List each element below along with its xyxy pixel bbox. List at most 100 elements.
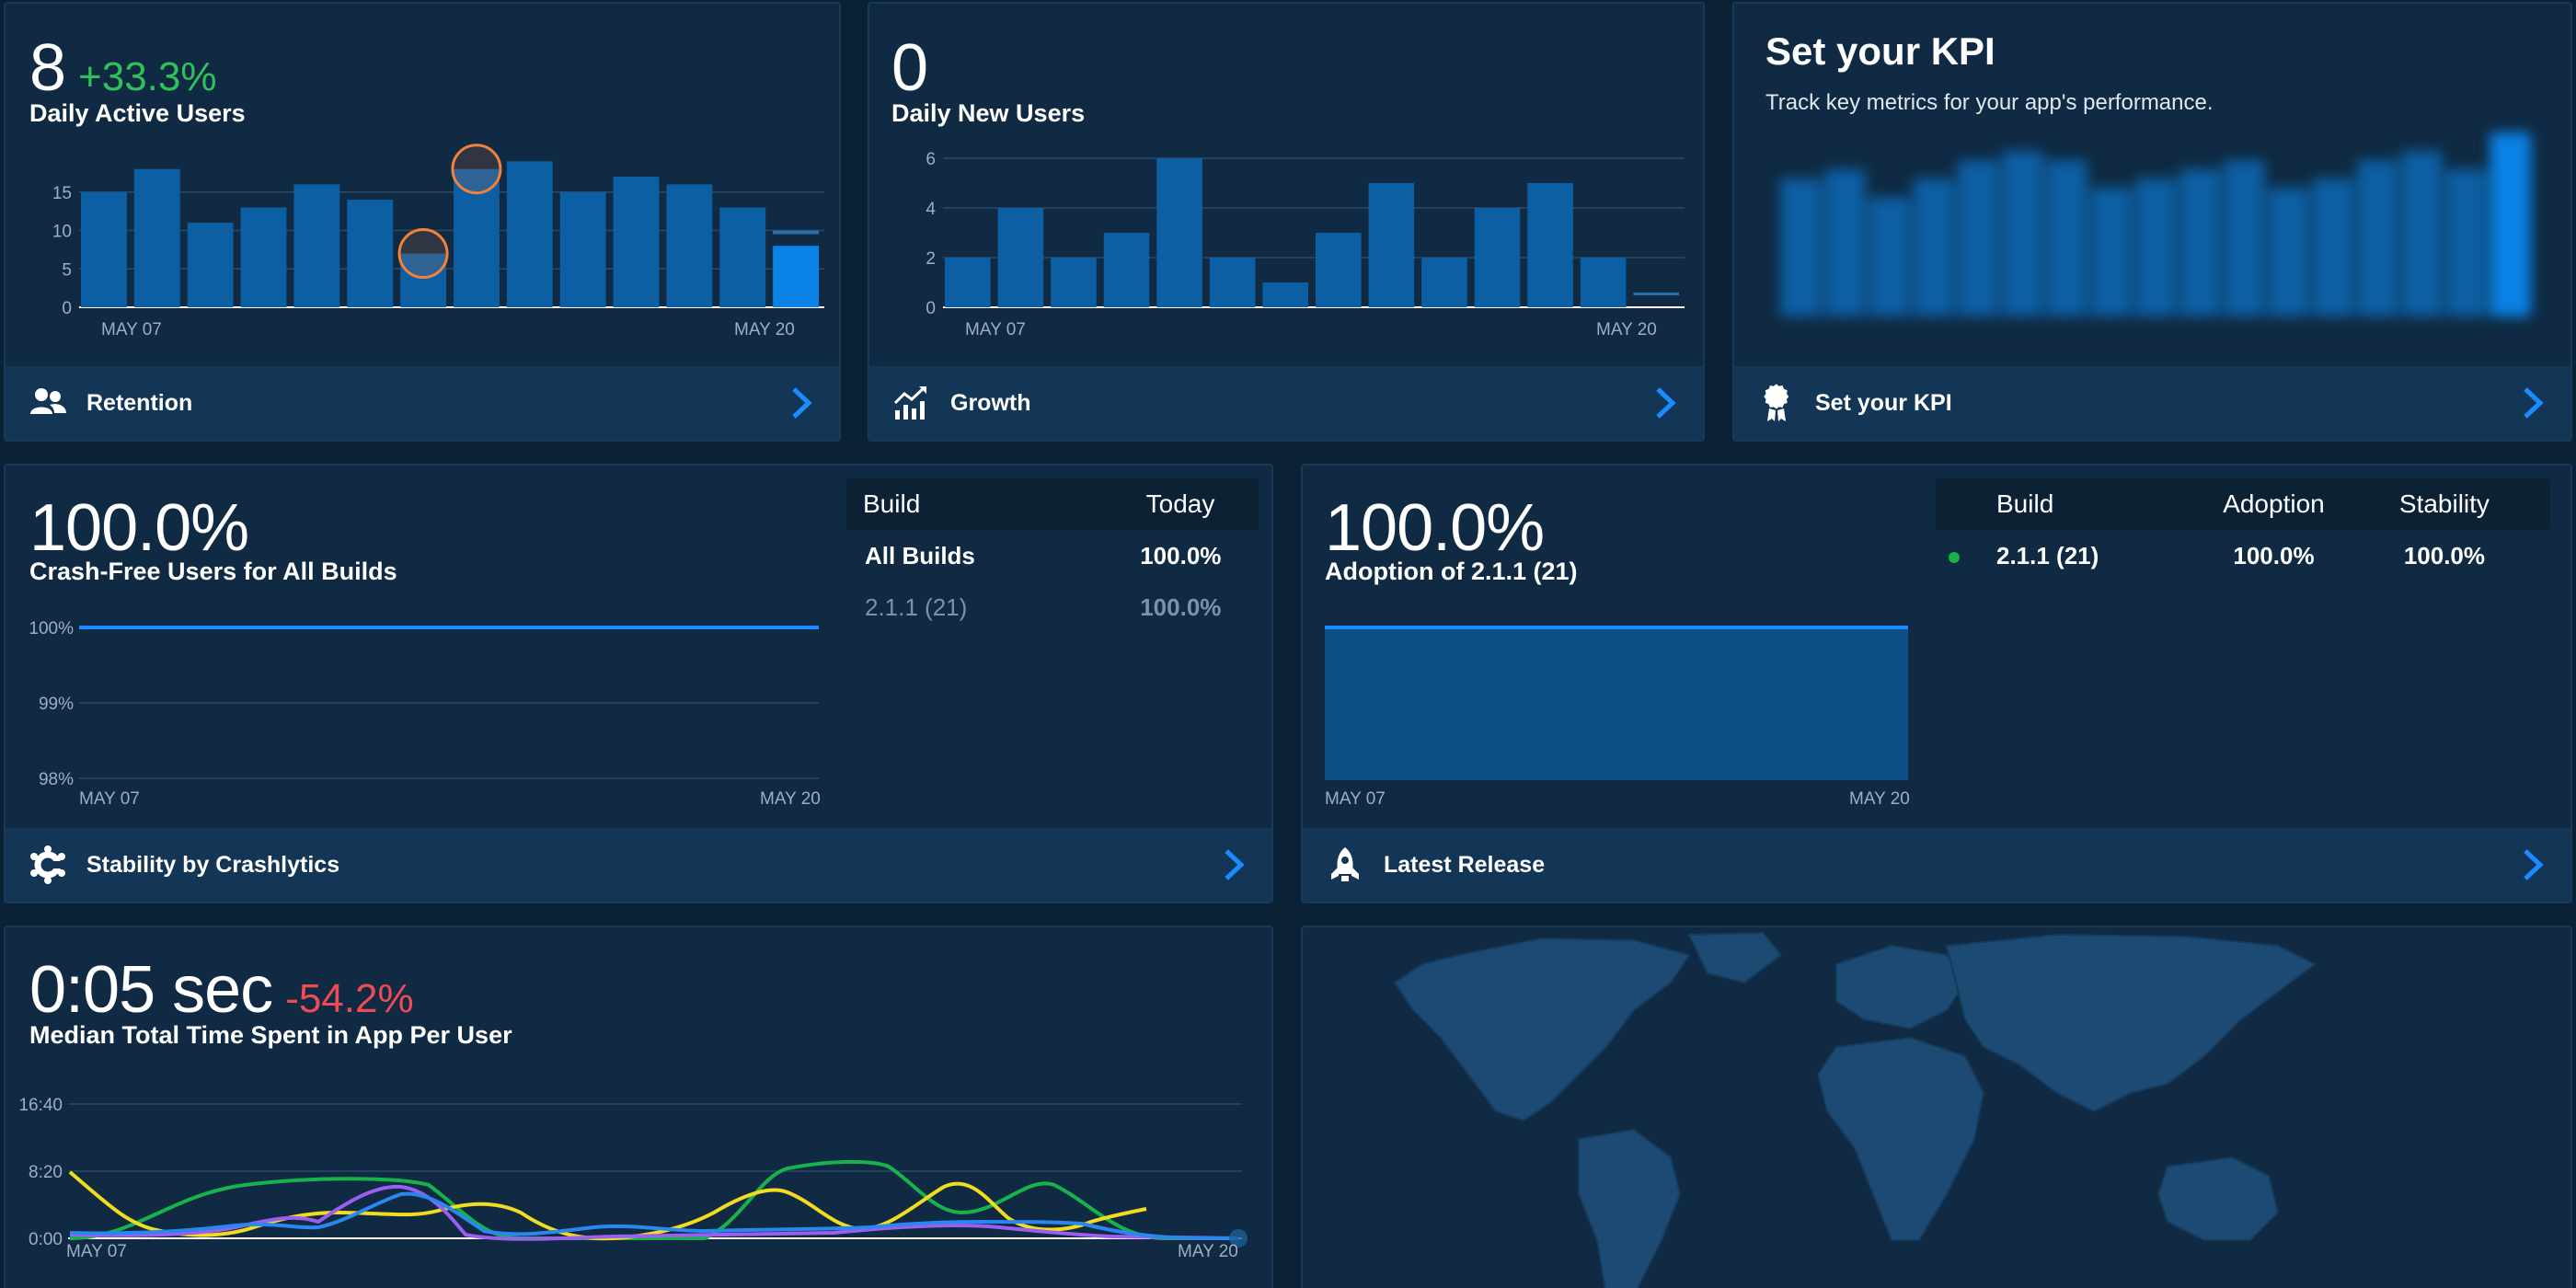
highlight-circle xyxy=(451,144,502,195)
bar xyxy=(1209,258,1256,307)
bar xyxy=(1421,258,1467,307)
dnu-title: Daily New Users xyxy=(891,99,1086,127)
blurred-bar xyxy=(2445,169,2487,316)
blurred-bar xyxy=(2002,151,2043,316)
bar xyxy=(347,200,394,307)
time-x-start: MAY 07 xyxy=(66,1242,127,1261)
time-delta: -54.2% xyxy=(285,976,414,1021)
map-europe[interactable] xyxy=(1835,944,1967,1030)
y-tick-label: 10 xyxy=(52,223,72,242)
crash-row-today: 100.0% xyxy=(1140,541,1222,569)
bar xyxy=(240,207,287,307)
blurred-bar xyxy=(2224,160,2265,316)
blurred-bar xyxy=(2090,188,2132,316)
world-map-card[interactable] xyxy=(1301,926,2572,1288)
crash-x-end: MAY 20 xyxy=(760,789,821,809)
map-africa[interactable] xyxy=(1816,1036,1985,1241)
crash-table-row[interactable]: All Builds 100.0% xyxy=(846,530,1259,581)
release-col-build: Build xyxy=(1996,489,2054,518)
blurred-bar xyxy=(1780,178,1822,316)
award-badge-icon xyxy=(1764,384,1789,421)
bar xyxy=(1474,208,1521,307)
blurred-bar xyxy=(1869,197,1910,316)
bar xyxy=(1316,233,1362,307)
bar xyxy=(1527,183,1573,307)
blurred-bar xyxy=(1913,178,1954,316)
y-tick-label: 2 xyxy=(926,249,936,269)
map-greenland[interactable] xyxy=(1687,931,1783,984)
blurred-bar xyxy=(2357,160,2398,316)
map-north-america[interactable] xyxy=(1393,937,1691,1122)
blurred-bar xyxy=(2401,151,2443,316)
map-south-america[interactable] xyxy=(1578,1128,1682,1288)
growth-link[interactable]: Growth xyxy=(869,366,1703,440)
growth-label: Growth xyxy=(950,389,1031,416)
bar xyxy=(997,208,1044,307)
bar xyxy=(1156,158,1202,307)
kpi-title: Set your KPI xyxy=(1765,29,1995,73)
bar xyxy=(559,191,606,307)
dau-x-start: MAY 07 xyxy=(101,320,162,339)
chevron-right-icon xyxy=(2524,849,2544,880)
kpi-description: Track key metrics for your app's perform… xyxy=(1765,90,2214,115)
map-australia[interactable] xyxy=(2156,1156,2280,1241)
time-spent-card: 0:05 sec -54.2% Median Total Time Spent … xyxy=(4,926,1273,1288)
dau-x-end: MAY 20 xyxy=(734,320,795,339)
chevron-right-icon xyxy=(792,387,812,419)
y-tick-label: 100% xyxy=(29,619,74,638)
release-x-end: MAY 20 xyxy=(1849,789,1910,809)
crash-table-header: Build Today xyxy=(846,478,1259,530)
retention-link[interactable]: Retention xyxy=(6,366,839,440)
latest-release-label: Latest Release xyxy=(1384,851,1546,878)
y-tick-label: 8:20 xyxy=(29,1163,63,1182)
blurred-bar xyxy=(2312,178,2354,316)
bar xyxy=(666,184,713,307)
release-row-stability: 100.0% xyxy=(2403,541,2485,569)
daily-new-users-card: 0 Daily New Users 6 4 2 0 MAY 07 MAY 20 Gro… xyxy=(868,2,1705,442)
crash-x-start: MAY 07 xyxy=(79,789,140,809)
crash-col-today: Today xyxy=(1145,489,1215,518)
time-title: Median Total Time Spent in App Per User xyxy=(29,1021,512,1049)
time-header: 0:05 sec -54.2% xyxy=(29,957,414,1023)
crashlytics-icon xyxy=(30,845,65,884)
projection-marker xyxy=(1633,293,1679,295)
y-tick-label: 0:00 xyxy=(29,1230,63,1249)
growth-chart-icon xyxy=(893,385,926,420)
bar xyxy=(773,246,819,307)
latest-release-card: 100.0% Adoption of 2.1.1 (21) MAY 07 MAY… xyxy=(1301,464,2572,903)
time-spent-chart[interactable]: 16:40 8:20 0:00 xyxy=(6,1065,1271,1249)
crash-chart[interactable]: 100% 99% 98% xyxy=(6,604,834,788)
latest-release-link[interactable]: Latest Release xyxy=(1303,828,2570,902)
y-tick-label: 5 xyxy=(62,260,72,280)
bar xyxy=(1103,233,1150,307)
world-map[interactable] xyxy=(1303,927,2572,1288)
adoption-chart[interactable] xyxy=(1303,604,1947,788)
dnu-value: 0 xyxy=(891,31,928,105)
bar xyxy=(506,161,553,307)
release-col-adoption: Adoption xyxy=(2223,489,2325,518)
release-x-start: MAY 07 xyxy=(1325,789,1386,809)
users-icon xyxy=(30,388,66,414)
blurred-bar xyxy=(2046,160,2087,316)
kpi-blurred-preview xyxy=(1780,132,2531,316)
crash-row-today: 100.0% xyxy=(1140,592,1222,621)
release-col-stability: Stability xyxy=(2398,489,2490,518)
crash-table-row[interactable]: 2.1.1 (21) 100.0% xyxy=(846,581,1259,633)
map-asia[interactable] xyxy=(1945,933,2317,1113)
y-tick-label: 99% xyxy=(39,695,74,714)
time-x-end: MAY 20 xyxy=(1178,1242,1238,1261)
bar xyxy=(1580,258,1627,307)
bar xyxy=(1051,258,1097,307)
bar xyxy=(1262,282,1308,307)
set-kpi-link[interactable]: Set your KPI xyxy=(1734,366,2570,440)
blurred-bar xyxy=(2179,169,2221,316)
bar xyxy=(133,168,180,307)
set-kpi-label: Set your KPI xyxy=(1815,389,1952,416)
dnu-header: 0 xyxy=(891,35,928,101)
retention-label: Retention xyxy=(86,389,193,416)
stability-label: Stability by Crashlytics xyxy=(86,851,340,878)
release-table-row[interactable]: 2.1.1 (21) 100.0% 100.0% xyxy=(1936,530,2550,581)
release-title: Adoption of 2.1.1 (21) xyxy=(1325,558,1578,585)
bar xyxy=(945,258,991,307)
stability-link[interactable]: Stability by Crashlytics xyxy=(6,828,1271,902)
